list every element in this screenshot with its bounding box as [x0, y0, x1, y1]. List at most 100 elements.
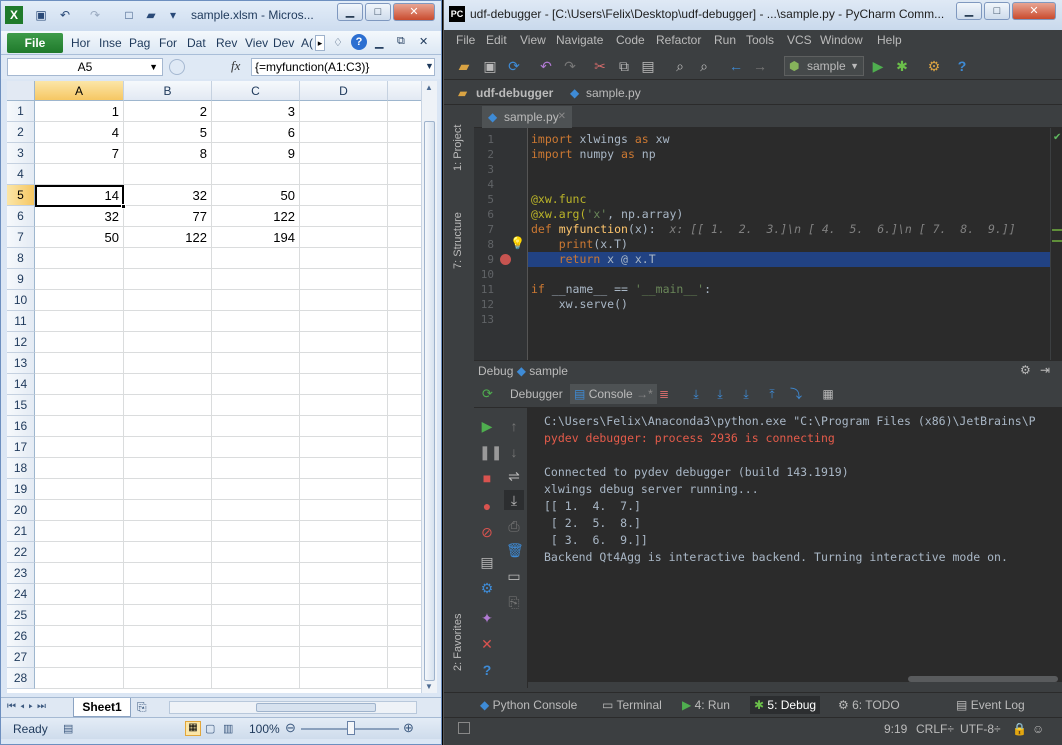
cell[interactable]: [212, 353, 300, 374]
stop-icon[interactable]: ■: [479, 470, 495, 486]
cell[interactable]: 3: [212, 101, 300, 122]
row-header-7[interactable]: 7: [7, 227, 35, 248]
cell[interactable]: [388, 437, 421, 458]
undo-icon[interactable]: ↶: [57, 6, 73, 24]
step-into-icon[interactable]: ⤓: [712, 386, 728, 402]
cell[interactable]: [212, 290, 300, 311]
cell[interactable]: [35, 248, 124, 269]
cell[interactable]: [35, 164, 124, 185]
cell[interactable]: [388, 332, 421, 353]
ribbon-minimize-icon[interactable]: ♢: [333, 36, 343, 49]
cell[interactable]: [300, 185, 388, 206]
cell[interactable]: [212, 542, 300, 563]
cell[interactable]: [212, 500, 300, 521]
cell[interactable]: [388, 311, 421, 332]
cell[interactable]: 122: [212, 206, 300, 227]
row-header-4[interactable]: 4: [7, 164, 35, 185]
zoom-slider-thumb[interactable]: [347, 721, 355, 735]
cell[interactable]: [212, 332, 300, 353]
cell[interactable]: [388, 647, 421, 668]
cell[interactable]: 6: [212, 122, 300, 143]
row-header-19[interactable]: 19: [7, 479, 35, 500]
cell[interactable]: [35, 311, 124, 332]
soft-wrap-icon[interactable]: ⇌: [506, 468, 522, 484]
debug-icon[interactable]: ✱: [894, 58, 910, 74]
cell[interactable]: [388, 626, 421, 647]
cell[interactable]: [124, 668, 212, 689]
breadcrumb-file[interactable]: sample.py: [586, 86, 641, 100]
cell[interactable]: [35, 626, 124, 647]
cell[interactable]: 7: [35, 143, 124, 164]
cell[interactable]: [388, 416, 421, 437]
cell[interactable]: [124, 479, 212, 500]
row-header-10[interactable]: 10: [7, 290, 35, 311]
tab-insert[interactable]: Inse: [99, 36, 123, 50]
cell[interactable]: 4: [35, 122, 124, 143]
redo-icon[interactable]: ↷: [87, 6, 103, 24]
menu-file[interactable]: File: [456, 33, 475, 47]
cell[interactable]: [388, 542, 421, 563]
minimize-button[interactable]: ▁: [337, 3, 363, 21]
name-box[interactable]: A5 ▼: [7, 58, 163, 76]
row-header-17[interactable]: 17: [7, 437, 35, 458]
menu-run[interactable]: Run: [714, 33, 736, 47]
normal-view-icon[interactable]: ▦: [185, 721, 201, 736]
settings-icon[interactable]: ⚙: [926, 58, 942, 74]
row-header-27[interactable]: 27: [7, 647, 35, 668]
page-break-view-icon[interactable]: ▥: [223, 722, 233, 735]
tab-console[interactable]: ▤ Console →*: [570, 384, 657, 404]
cell[interactable]: [212, 479, 300, 500]
tab-developer[interactable]: Dev: [273, 36, 297, 50]
step-over-icon[interactable]: ⤓: [688, 386, 704, 402]
file-tab[interactable]: File: [7, 33, 63, 53]
cell[interactable]: [124, 332, 212, 353]
tool-tab-structure[interactable]: 7: Structure: [452, 198, 472, 284]
insert-sheet-icon[interactable]: ⎘: [137, 700, 147, 715]
cell[interactable]: [212, 416, 300, 437]
cell[interactable]: [388, 143, 421, 164]
cell[interactable]: [388, 605, 421, 626]
cell[interactable]: [124, 542, 212, 563]
cell[interactable]: [212, 521, 300, 542]
cell[interactable]: [212, 374, 300, 395]
cell[interactable]: [212, 311, 300, 332]
menu-tools[interactable]: Tools: [746, 33, 774, 47]
replace-icon[interactable]: ⌕: [696, 58, 712, 74]
cell[interactable]: [124, 248, 212, 269]
cell[interactable]: [212, 164, 300, 185]
scroll-to-end-icon[interactable]: ⤓: [504, 490, 524, 510]
menu-help[interactable]: Help: [877, 33, 902, 47]
cell[interactable]: [35, 521, 124, 542]
row-header-14[interactable]: 14: [7, 374, 35, 395]
cell[interactable]: [124, 437, 212, 458]
cell[interactable]: [300, 458, 388, 479]
cell[interactable]: [300, 563, 388, 584]
intention-bulb-icon[interactable]: 💡: [510, 236, 525, 250]
column-header-a[interactable]: A: [35, 81, 124, 101]
row-header-23[interactable]: 23: [7, 563, 35, 584]
help-icon[interactable]: ?: [351, 34, 367, 50]
synchronize-icon[interactable]: ⟳: [506, 58, 522, 74]
horizontal-scrollbar-thumb[interactable]: [256, 703, 376, 712]
cell[interactable]: [35, 542, 124, 563]
close-icon[interactable]: ✕: [479, 636, 495, 652]
cell[interactable]: [388, 668, 421, 689]
save-all-icon[interactable]: ▣: [482, 58, 498, 74]
row-header-8[interactable]: 8: [7, 248, 35, 269]
menu-vcs[interactable]: VCS: [787, 33, 812, 47]
cell[interactable]: [300, 626, 388, 647]
evaluate-expression-icon[interactable]: ▦: [820, 386, 836, 402]
cell[interactable]: [35, 416, 124, 437]
cell[interactable]: [300, 101, 388, 122]
line-separator[interactable]: CRLF÷: [916, 722, 954, 736]
cell[interactable]: [35, 332, 124, 353]
show-console-icon[interactable]: ▭: [506, 568, 522, 584]
cell[interactable]: [388, 479, 421, 500]
cell[interactable]: [388, 122, 421, 143]
cell[interactable]: 122: [124, 227, 212, 248]
view-breakpoints-icon[interactable]: ●: [479, 498, 495, 514]
cell[interactable]: [388, 584, 421, 605]
cell[interactable]: [388, 521, 421, 542]
workbook-minimize-icon[interactable]: ▁: [375, 36, 383, 49]
row-header-24[interactable]: 24: [7, 584, 35, 605]
